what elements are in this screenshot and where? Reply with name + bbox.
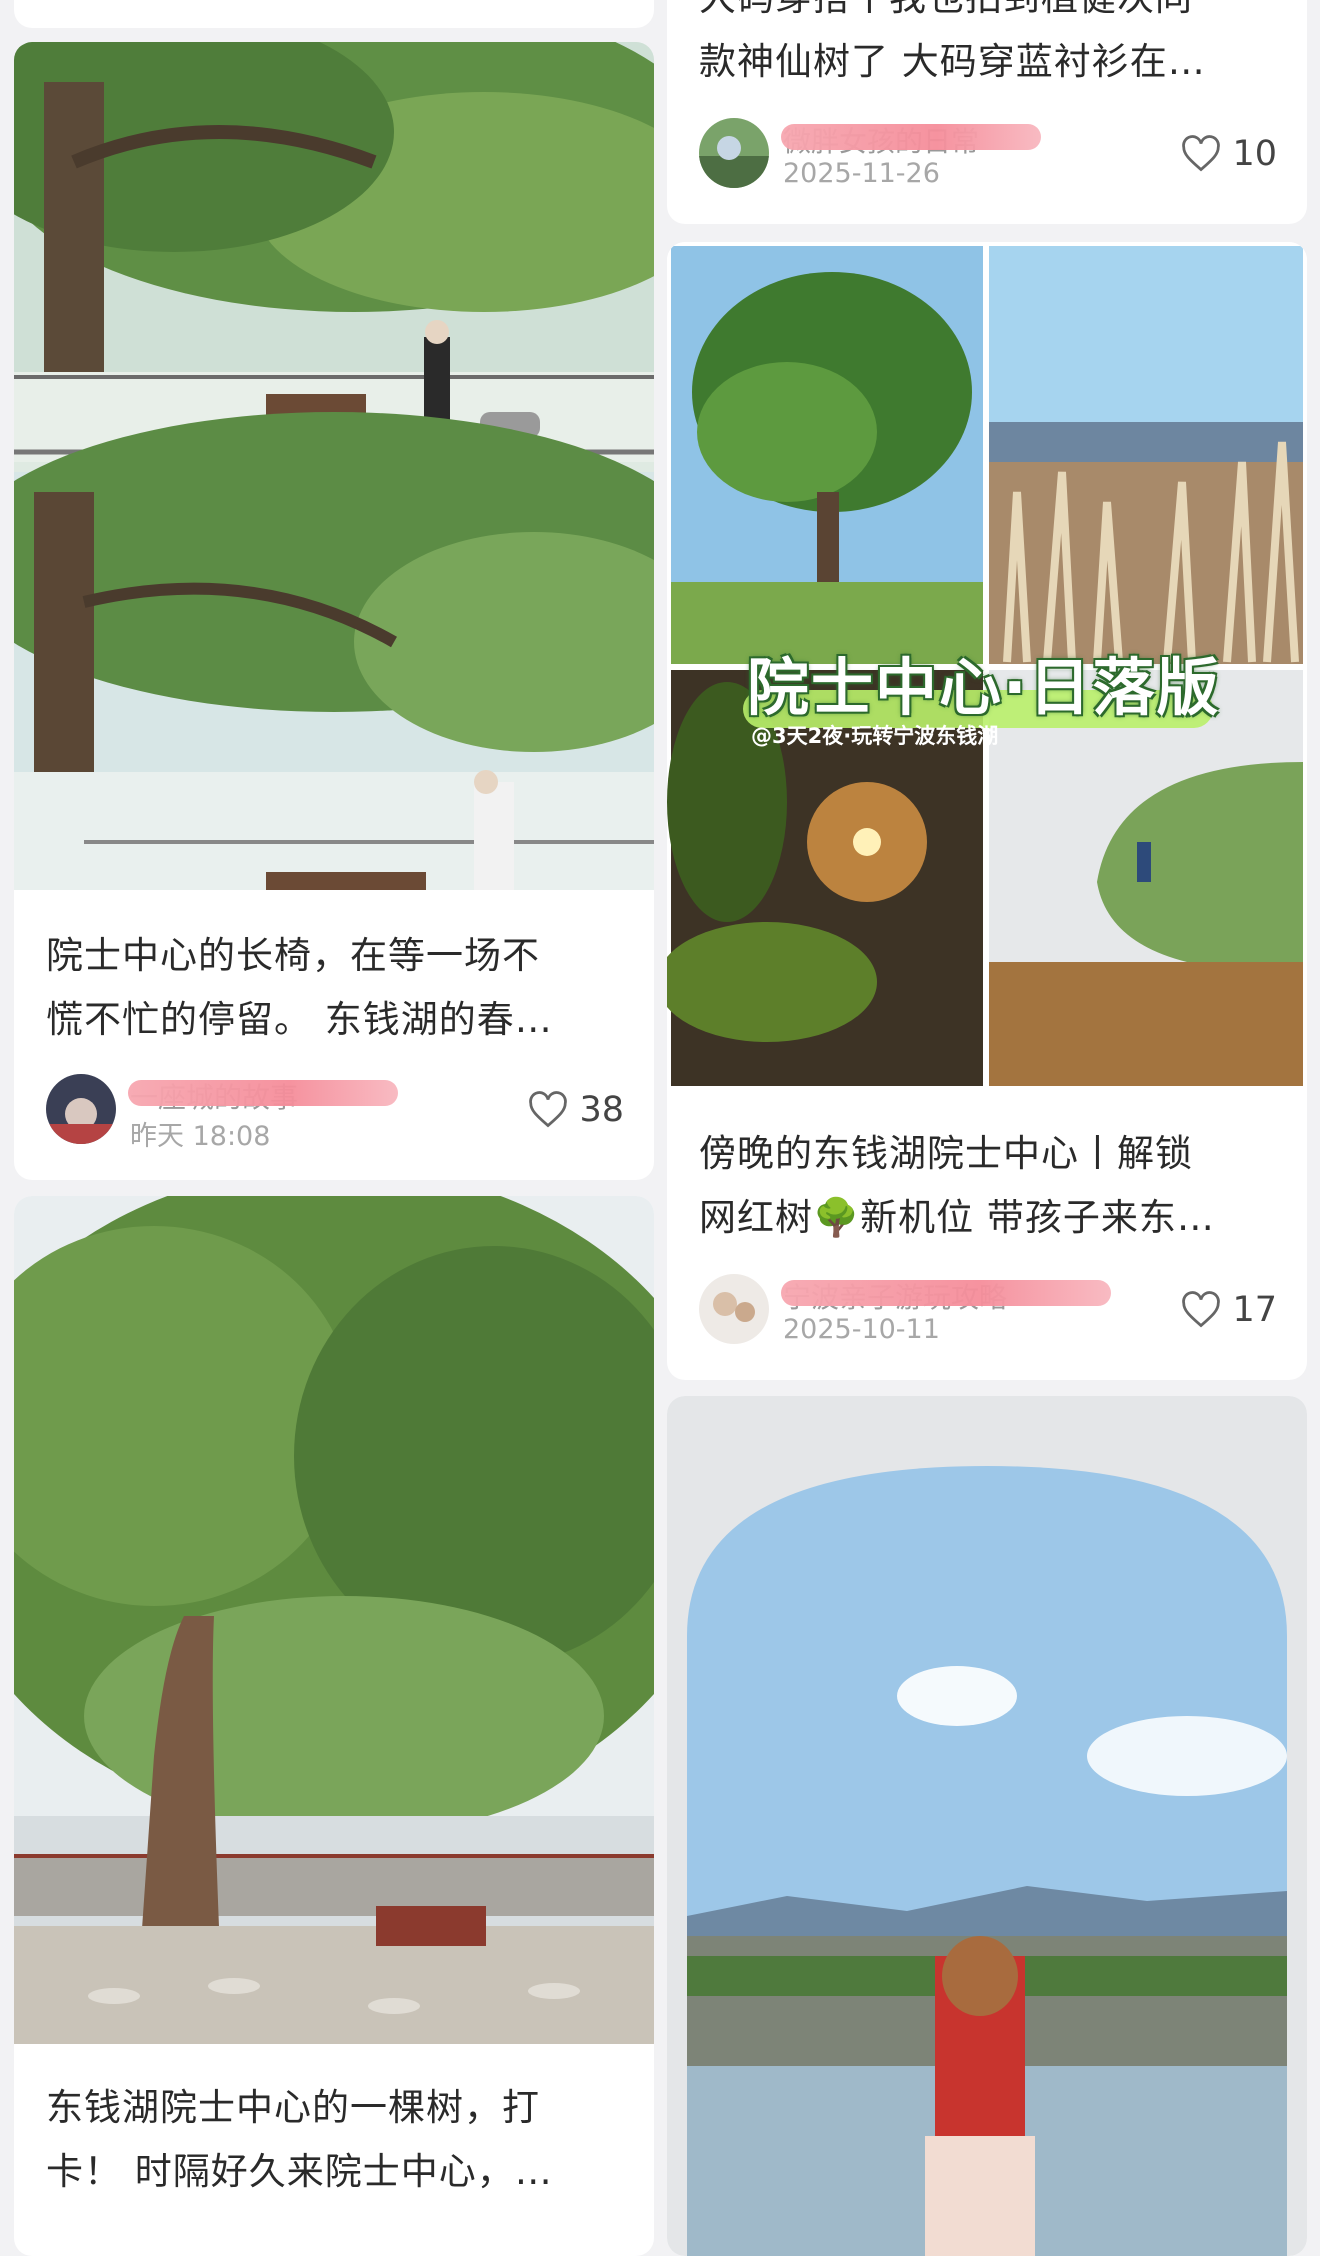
note-meta: 微胖女孩的日常 2025-11-26 10 xyxy=(699,118,1277,189)
note-title-line: 慌不忙的停留。 东钱湖的春… xyxy=(46,998,553,1041)
like-count: 17 xyxy=(1232,1290,1277,1330)
cover-overlay-title: 院士中心·日落版 xyxy=(747,651,1221,724)
heart-outline-icon xyxy=(1180,135,1222,173)
redaction-mark xyxy=(781,124,1041,150)
redaction-mark xyxy=(781,1280,1111,1306)
like-button[interactable]: 38 xyxy=(527,1088,624,1132)
like-button[interactable]: 10 xyxy=(1180,132,1277,176)
note-title[interactable]: 东钱湖院士中心的一棵树，打 卡！ 时隔好久来院士中心，… xyxy=(46,2076,626,2204)
note-title-line: 傍晚的东钱湖院士中心丨解锁 xyxy=(699,1132,1193,1175)
note-title[interactable]: 傍晚的东钱湖院士中心丨解锁 网红树🌳新机位 带孩子来东… xyxy=(699,1122,1279,1250)
note-title[interactable]: 大码穿搭丨我也拍到植健次同 款神仙树了 大码穿蓝衬衫在… xyxy=(699,0,1279,94)
note-title-line: 大码穿搭丨我也拍到植健次同 xyxy=(699,0,1279,30)
author-avatar[interactable] xyxy=(699,118,769,188)
note-title-line: 网红树🌳新机位 带孩子来东… xyxy=(699,1196,1215,1239)
post-date: 2025-11-26 xyxy=(783,158,940,189)
note-card[interactable]: 院士中心的长椅，在等一场不 慌不忙的停留。 东钱湖的春… 一座城的故事 昨天 1… xyxy=(14,42,654,1180)
note-cover-image[interactable] xyxy=(667,1396,1307,2256)
note-cover-image[interactable] xyxy=(14,1196,654,2044)
note-meta: 一座城的故事 昨天 18:08 38 xyxy=(46,1074,624,1152)
note-title-line: 院士中心的长椅，在等一场不 xyxy=(46,934,540,977)
note-cover-image[interactable] xyxy=(14,42,654,890)
post-date: 昨天 18:08 xyxy=(130,1121,271,1152)
author-avatar[interactable] xyxy=(699,1274,769,1344)
redaction-mark xyxy=(128,1080,398,1106)
note-title-line: 东钱湖院士中心的一棵树，打 xyxy=(46,2086,540,2129)
author-avatar[interactable] xyxy=(46,1074,116,1144)
note-cover-image[interactable]: 院士中心·日落版 @3天2夜·玩转宁波东钱湖 xyxy=(667,242,1307,1090)
heart-outline-icon xyxy=(527,1091,569,1129)
note-title-line: 卡！ 时隔好久来院士中心，… xyxy=(46,2150,553,2193)
cover-overlay-subtitle: @3天2夜·玩转宁波东钱湖 xyxy=(751,724,999,748)
note-meta: 宁波亲子游玩攻略 2025-10-11 17 xyxy=(699,1274,1277,1345)
like-count: 38 xyxy=(579,1090,624,1130)
note-title-line: 款神仙树了 大码穿蓝衬衫在… xyxy=(699,40,1206,83)
post-date: 2025-10-11 xyxy=(783,1314,940,1345)
like-button[interactable]: 17 xyxy=(1180,1288,1277,1332)
note-card-partial-top[interactable] xyxy=(14,0,654,28)
heart-outline-icon xyxy=(1180,1291,1222,1329)
note-card[interactable]: 院士中心·日落版 @3天2夜·玩转宁波东钱湖 傍晚的东钱湖院士中心丨解锁 网红树… xyxy=(667,242,1307,1380)
note-card[interactable] xyxy=(667,1396,1307,2256)
note-title[interactable]: 院士中心的长椅，在等一场不 慌不忙的停留。 东钱湖的春… xyxy=(46,924,626,1052)
note-card[interactable]: 东钱湖院士中心的一棵树，打 卡！ 时隔好久来院士中心，… xyxy=(14,1196,654,2256)
note-card[interactable]: 大码穿搭丨我也拍到植健次同 款神仙树了 大码穿蓝衬衫在… 微胖女孩的日常 202… xyxy=(667,0,1307,224)
like-count: 10 xyxy=(1232,134,1277,174)
